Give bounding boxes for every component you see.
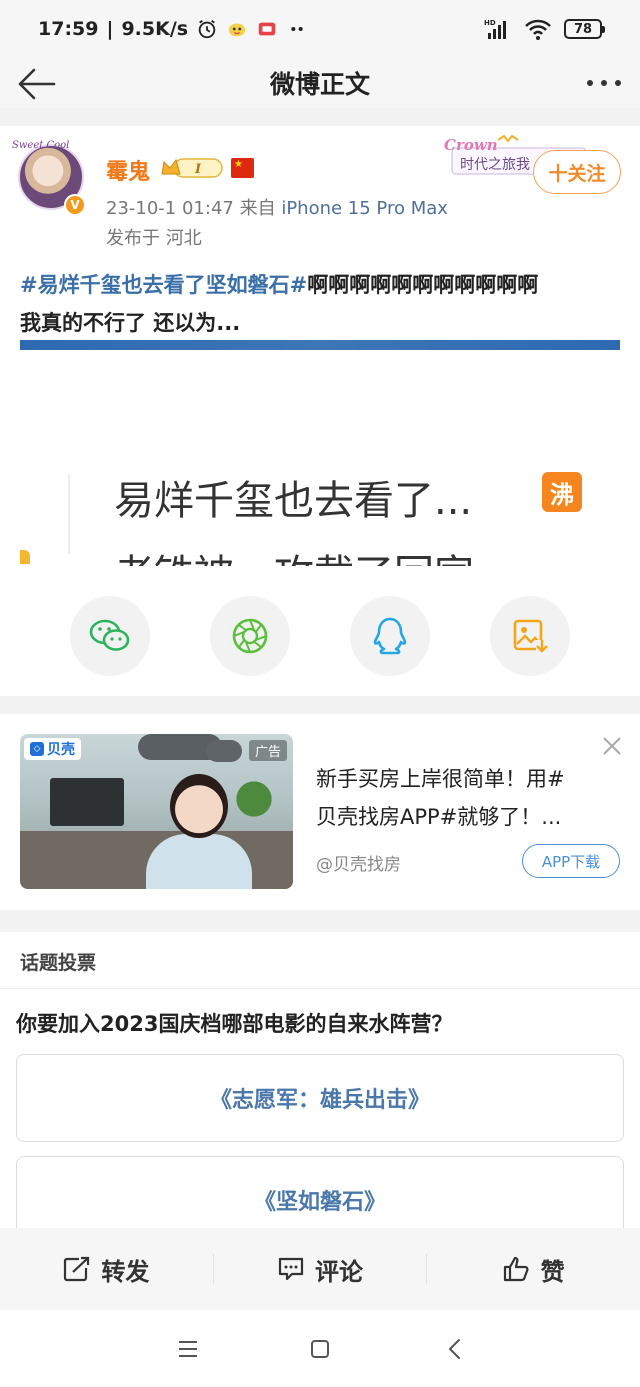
comment-button[interactable]: 评论 [214, 1228, 427, 1310]
qq-share-button[interactable] [350, 596, 430, 676]
qq-icon [373, 617, 407, 655]
vote-divider [0, 988, 640, 989]
ad-image-person-head [170, 774, 228, 838]
more-dots-icon[interactable] [584, 68, 624, 98]
moments-share-button[interactable] [210, 596, 290, 676]
back-icon[interactable] [440, 1334, 470, 1364]
card-divider [68, 474, 70, 554]
alarm-icon [198, 19, 216, 39]
wechat-share-button[interactable] [70, 596, 150, 676]
post-timestamp: 23-10-1 01:47 [106, 198, 234, 219]
network-speed: 9.5K/s [121, 18, 189, 40]
ad-image[interactable]: ◇ 贝壳 广告 [20, 734, 293, 889]
china-flag-icon: ★ [231, 158, 254, 178]
avatar-frame-text: Sweet Cool [12, 140, 70, 151]
battery-icon: 78 [564, 19, 605, 39]
post-body-text: 啊啊啊啊啊啊啊啊啊啊啊 [307, 273, 539, 297]
follow-button[interactable]: 十关注 [533, 150, 621, 194]
svg-text:HD: HD [484, 19, 496, 27]
ad-card[interactable]: ◇ 贝壳 广告 新手买房上岸很简单！用# 贝壳找房APP#就够了！... @贝壳找… [0, 714, 640, 910]
ad-tag: 广告 [248, 740, 287, 761]
post-location: 发布于 河北 [106, 228, 202, 249]
topic-vote: 话题投票 你要加入2023国庆档哪部电影的自来水阵营？ 《志愿军：雄兵出击》 《… [0, 932, 640, 1228]
level-badge: I [194, 162, 202, 177]
card-subtitle: 老铁被…攻载了回家 [114, 542, 474, 566]
ad-title-line: 新手买房上岸很简单！用# [316, 767, 565, 791]
save-image-icon [513, 619, 548, 654]
hd-signal-icon: HD [484, 19, 506, 39]
ad-image-person [146, 834, 252, 889]
app-notification-icon [258, 22, 276, 36]
like-label: 赞 [540, 1257, 565, 1286]
share-row [0, 566, 640, 696]
post-device[interactable]: iPhone 15 Pro Max [281, 198, 448, 219]
vote-option[interactable]: 《坚如磐石》 [16, 1156, 624, 1228]
crown-decoration-text: 时代之旅我 [460, 157, 530, 173]
page-title: 微博正文 [269, 70, 370, 99]
ad-image-monitor [50, 778, 124, 826]
wechat-icon [89, 619, 130, 651]
verified-badge-icon: V [64, 194, 86, 216]
thumbs-up-icon [503, 1256, 529, 1282]
status-bar: 17:59 | 9.5K/s HD 78 [0, 0, 640, 58]
beike-logo-icon: ◇ [30, 742, 44, 756]
source-prefix: 来自 [239, 198, 276, 219]
section-divider [0, 910, 640, 932]
ad-title[interactable]: 新手买房上岸很简单！用# 贝壳找房APP#就够了！... [316, 760, 616, 836]
vote-question: 你要加入2023国庆档哪部电影的自来水阵营？ [16, 1012, 453, 1036]
app-notification-icon [228, 23, 246, 37]
ad-image-cloud [206, 740, 242, 762]
close-icon[interactable] [600, 734, 624, 758]
back-arrow-icon[interactable] [14, 64, 58, 104]
post-meta: 23-10-1 01:47 来自 iPhone 15 Pro Max [106, 194, 448, 220]
moments-icon [232, 618, 268, 654]
battery-level: 78 [573, 21, 593, 37]
post-body-line2[interactable]: 我真的不行了 还以为... [20, 304, 620, 342]
post-body-line: #易烊千玺也去看了坚如磐石#啊啊啊啊啊啊啊啊啊啊啊 [20, 266, 620, 304]
post-body: #易烊千玺也去看了坚如磐石#啊啊啊啊啊啊啊啊啊啊啊 我真的不行了 还以为... [20, 266, 620, 342]
link-card-preview[interactable]: 易烊千玺也去看了... 沸 老铁被…攻载了回家 [20, 350, 620, 566]
post-action-bar: 转发 评论 赞 [0, 1228, 640, 1310]
android-nav-bar [0, 1310, 640, 1387]
repost-label: 转发 [101, 1257, 150, 1286]
comment-icon [278, 1257, 304, 1281]
comment-label: 评论 [315, 1257, 363, 1286]
ad-brand-name: 贝壳 [47, 742, 75, 758]
like-button[interactable]: 赞 [427, 1228, 640, 1310]
ad-brand: ◇ 贝壳 [24, 738, 81, 760]
hot-badge: 沸 [542, 472, 582, 512]
status-time: 17:59 [38, 18, 99, 40]
link-card-header[interactable] [20, 340, 620, 350]
card-accent [20, 550, 30, 564]
weibo-post: Sweet Cool V 霉鬼 I ★ 23-10-1 01:47 来自 iPh… [0, 126, 640, 696]
vote-header: 话题投票 [20, 952, 97, 974]
more-dots-icon [291, 26, 303, 32]
member-crown-icon[interactable]: I [160, 156, 224, 180]
username[interactable]: 霉鬼 [106, 154, 150, 186]
section-divider [0, 108, 640, 126]
save-image-button[interactable] [490, 596, 570, 676]
card-title: 易烊千玺也去看了... [114, 478, 473, 524]
section-divider [0, 696, 640, 714]
home-icon[interactable] [305, 1334, 335, 1364]
repost-icon [64, 1256, 90, 1282]
status-separator: | [106, 18, 114, 40]
nav-bar: 微博正文 [0, 58, 640, 108]
ad-title-line: 贝壳找房APP#就够了！... [316, 805, 562, 829]
ad-source[interactable]: @贝壳找房 [316, 850, 401, 875]
menu-icon[interactable] [173, 1334, 203, 1364]
topic-link[interactable]: #易烊千玺也去看了坚如磐石# [20, 273, 307, 297]
app-download-button[interactable]: APP下载 [522, 844, 620, 878]
crown-word: Crown [444, 136, 498, 154]
wifi-icon [525, 19, 551, 40]
vote-option[interactable]: 《志愿军：雄兵出击》 [16, 1054, 624, 1142]
ad-image-plant [232, 772, 276, 826]
repost-button[interactable]: 转发 [0, 1228, 213, 1310]
